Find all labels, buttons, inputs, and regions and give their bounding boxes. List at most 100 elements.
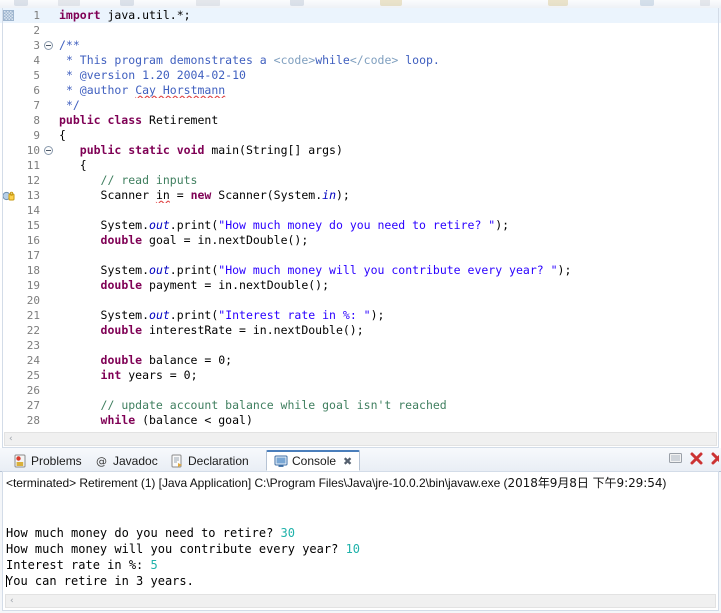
gutter-marker-slot[interactable]: [0, 173, 18, 188]
code-line[interactable]: 28 while (balance < goal): [0, 413, 721, 428]
gutter-marker-slot[interactable]: [0, 68, 18, 83]
gutter-marker-slot[interactable]: [0, 38, 18, 53]
code-line[interactable]: 6 * @author Cay Horstmann: [0, 83, 721, 98]
gutter-marker-slot[interactable]: [0, 323, 18, 338]
gutter-marker-slot[interactable]: [0, 143, 18, 158]
code-line-text: [55, 383, 721, 398]
line-number: 4: [33, 54, 40, 67]
close-icon[interactable]: ✖: [343, 455, 352, 468]
code-line-text: /**: [59, 38, 80, 52]
search-icon[interactable]: [290, 0, 304, 6]
more-icon[interactable]: [700, 0, 710, 6]
code-line-text: [55, 203, 721, 218]
code-line[interactable]: 25 int years = 0;: [0, 368, 721, 383]
fold-slot: [43, 8, 55, 23]
gutter-marker-slot[interactable]: [0, 203, 18, 218]
scroll-left-icon[interactable]: ‹: [9, 435, 18, 444]
java-source-editor[interactable]: 1 import java.util.*; 2 3/** 4 * This progr…: [0, 8, 721, 430]
console-horizontal-scrollbar[interactable]: ‹: [5, 594, 716, 608]
gutter-marker-slot[interactable]: [0, 368, 18, 383]
gutter-marker-slot[interactable]: [0, 113, 18, 128]
code-line[interactable]: 14: [0, 203, 721, 218]
gutter-marker-slot[interactable]: [0, 383, 18, 398]
gutter-marker-slot[interactable]: [0, 128, 18, 143]
gutter-marker-slot[interactable]: [0, 218, 18, 233]
fold-collapse-icon[interactable]: [43, 38, 55, 53]
code-line[interactable]: 7 */: [0, 98, 721, 113]
fold-slot: [43, 278, 55, 293]
scroll-left-icon[interactable]: ‹: [10, 597, 19, 606]
gutter-marker-slot[interactable]: [0, 278, 18, 293]
red-xx-icon[interactable]: [710, 451, 719, 466]
gutter-marker-slot[interactable]: [0, 398, 18, 413]
code-line[interactable]: 10 public static void main(String[] args…: [0, 143, 721, 158]
gutter-marker-slot[interactable]: [0, 83, 18, 98]
code-line[interactable]: 15 System.out.print("How much money do y…: [0, 218, 721, 233]
line-number: 2: [33, 24, 40, 37]
code-line[interactable]: 2: [0, 23, 721, 38]
external-tools-icon[interactable]: [548, 0, 568, 6]
fold-slot: [43, 53, 55, 68]
tab-problems[interactable]: Problems: [6, 450, 89, 471]
open-type-icon[interactable]: [380, 0, 402, 6]
code-line[interactable]: 16 double goal = in.nextDouble();: [0, 233, 721, 248]
code-line[interactable]: 17: [0, 248, 721, 263]
tab-declaration[interactable]: Declaration: [163, 450, 256, 471]
console-output-area[interactable]: <terminated> Retirement (1) [Java Applic…: [2, 471, 719, 611]
code-line[interactable]: 1 import java.util.*;: [0, 8, 721, 23]
code-line[interactable]: 24 double balance = 0;: [0, 353, 721, 368]
line-number: 10: [26, 144, 40, 157]
code-line[interactable]: 19 double payment = in.nextDouble();: [0, 278, 721, 293]
gutter-marker-slot[interactable]: [0, 293, 18, 308]
view-toolbar: [668, 451, 719, 466]
debug-icon[interactable]: [120, 0, 134, 6]
gutter-marker-slot[interactable]: [0, 53, 18, 68]
gutter-marker-slot[interactable]: [0, 353, 18, 368]
code-line[interactable]: 3 /**: [0, 38, 721, 53]
gutter-marker-slot[interactable]: [0, 308, 18, 323]
code-line[interactable]: 9{: [0, 128, 721, 143]
code-line-text: [55, 23, 721, 38]
gutter-marker-slot[interactable]: [0, 98, 18, 113]
save-icon[interactable]: [14, 0, 28, 6]
line-number: 13: [26, 189, 40, 202]
code-line-text: * @version 1.20 2004-02-10: [65, 68, 246, 82]
resource-leak-warning-icon[interactable]: [0, 188, 18, 203]
gutter-marker-slot[interactable]: [0, 158, 18, 173]
code-line[interactable]: 26: [0, 383, 721, 398]
editor-horizontal-scrollbar[interactable]: ‹: [4, 432, 717, 446]
current-line-marker[interactable]: [0, 8, 18, 23]
gutter-marker-slot[interactable]: [0, 413, 18, 428]
gutter-marker-slot[interactable]: [0, 233, 18, 248]
code-lines: 1 import java.util.*; 2 3/** 4 * This progr…: [0, 8, 721, 428]
perspective-icon[interactable]: [640, 0, 654, 6]
console-prompt: How much money will you contribute every…: [6, 542, 346, 556]
code-line[interactable]: 21 System.out.print("Interest rate in %:…: [0, 308, 721, 323]
code-line[interactable]: 11 {: [0, 158, 721, 173]
fold-collapse-icon[interactable]: [43, 143, 55, 158]
code-line[interactable]: 13 Scanner in = new Scanner(System.in);: [0, 188, 721, 203]
code-line-text: double payment = in.nextDouble();: [100, 278, 330, 292]
code-line[interactable]: 20: [0, 293, 721, 308]
tab-console[interactable]: Console ✖: [266, 450, 361, 471]
code-line[interactable]: 18 System.out.print("How much money will…: [0, 263, 721, 278]
gutter-marker-slot[interactable]: [0, 248, 18, 263]
code-line[interactable]: 5 * @version 1.20 2004-02-10: [0, 68, 721, 83]
gutter-marker-slot[interactable]: [0, 263, 18, 278]
code-line[interactable]: 12 // read inputs: [0, 173, 721, 188]
tab-javadoc[interactable]: @ Javadoc: [88, 450, 165, 471]
console-line: How much money do you need to retire? 30: [6, 525, 718, 541]
code-line[interactable]: 23: [0, 338, 721, 353]
terminal-icon[interactable]: [668, 451, 683, 466]
problems-icon: [13, 454, 27, 468]
run-icon[interactable]: [196, 0, 220, 6]
line-number: 27: [26, 399, 40, 412]
red-x-icon[interactable]: [689, 451, 704, 466]
code-line[interactable]: 27 // update account balance while goal …: [0, 398, 721, 413]
print-icon[interactable]: [58, 0, 80, 6]
gutter-marker-slot[interactable]: [0, 23, 18, 38]
gutter-marker-slot[interactable]: [0, 338, 18, 353]
code-line[interactable]: 8 public class Retirement: [0, 113, 721, 128]
code-line[interactable]: 4 * This program demonstrates a <code>wh…: [0, 53, 721, 68]
code-line[interactable]: 22 double interestRate = in.nextDouble()…: [0, 323, 721, 338]
